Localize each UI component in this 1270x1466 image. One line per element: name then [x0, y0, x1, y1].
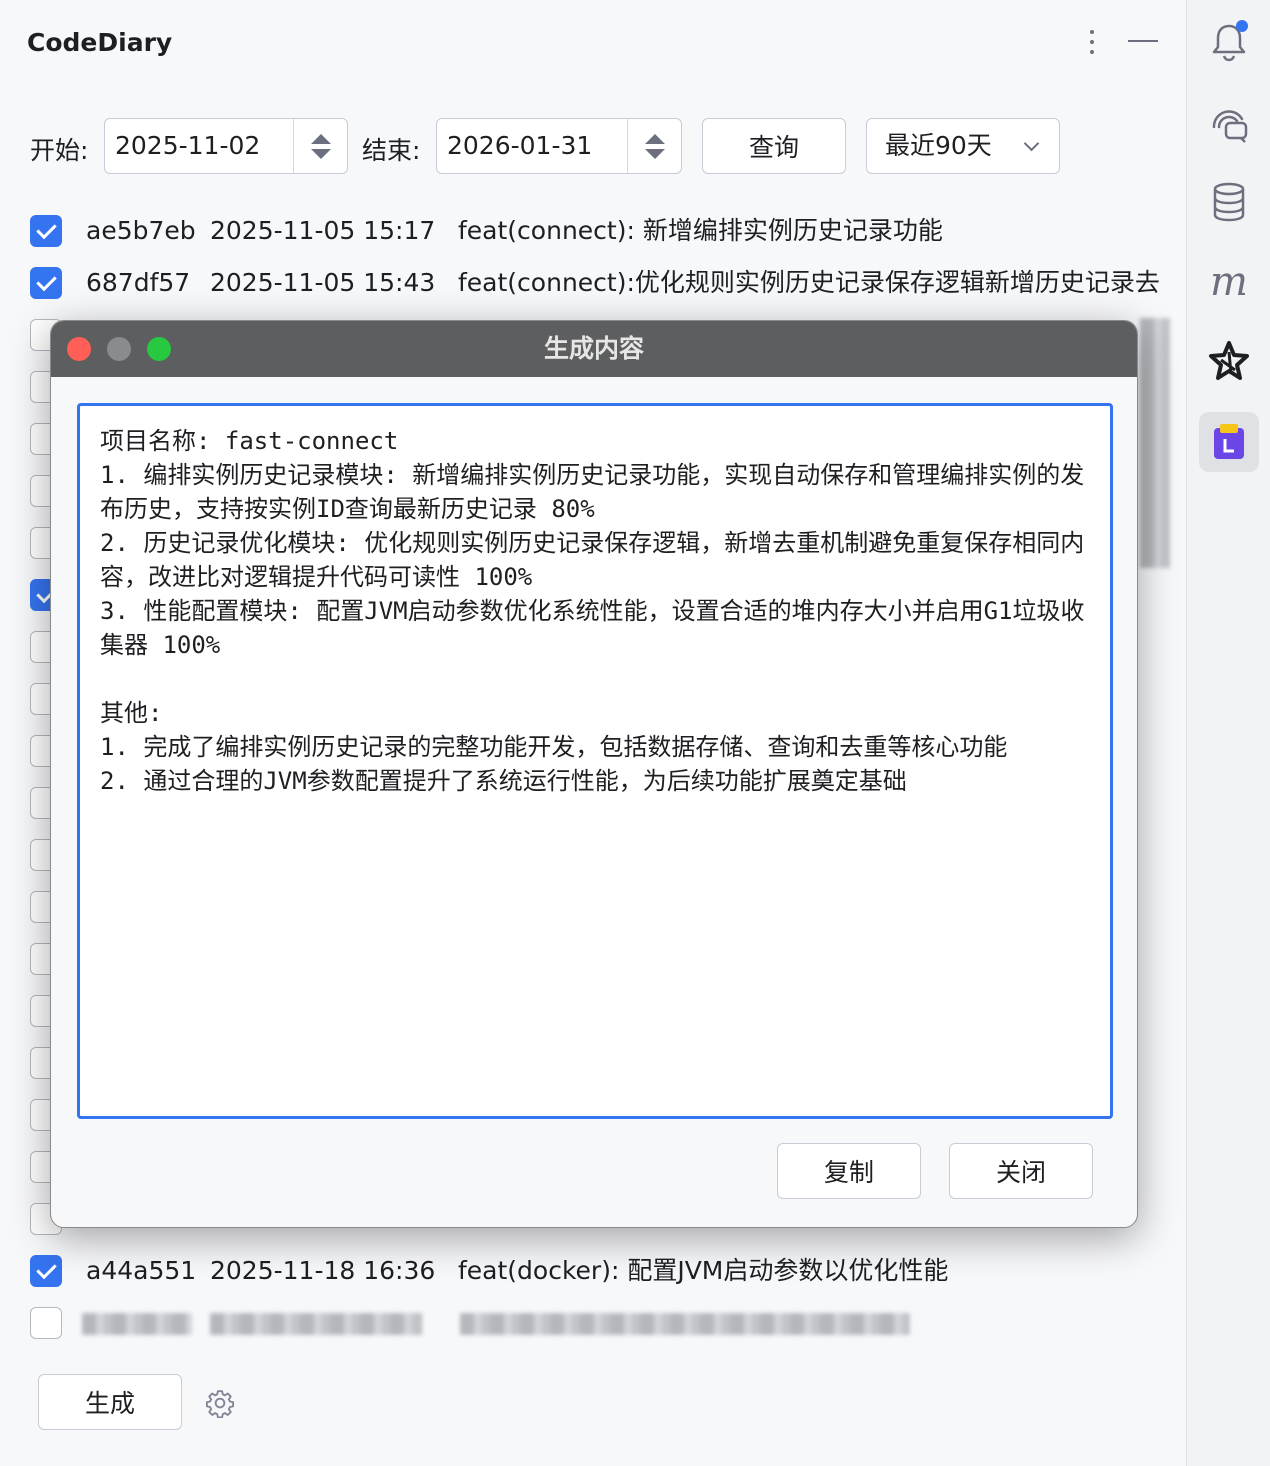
commit-checkbox[interactable] [30, 1307, 62, 1339]
generated-content-dialog: 生成内容 项目名称: fast-connect 1. 编排实例历史记录模块: 新… [50, 320, 1138, 1228]
database-icon[interactable] [1199, 172, 1259, 232]
commit-checkbox[interactable] [30, 267, 62, 299]
dialog-title: 生成内容 [543, 334, 644, 363]
minimize-icon[interactable] [1128, 40, 1158, 42]
codediary-plugin-icon[interactable] [1199, 412, 1259, 472]
start-date-spinner[interactable]: 2025-11-02 [104, 118, 348, 174]
range-dropdown[interactable]: 最近90天 [866, 118, 1060, 174]
commit-message: feat(connect): 新增编排实例历史记录功能 [458, 216, 943, 245]
start-date-label: 开始: [30, 136, 89, 165]
redacted-date [210, 1313, 422, 1335]
ai-chat-icon[interactable] [1199, 94, 1259, 154]
commit-message: feat(docker): 配置JVM启动参数以优化性能 [458, 1256, 949, 1285]
query-button[interactable]: 查询 [702, 118, 846, 174]
commit-row[interactable]: 687df57 2025-11-05 15:43 feat(connect):优… [30, 267, 1170, 299]
commit-row-redacted[interactable] [30, 1307, 1170, 1339]
dialog-titlebar[interactable]: 生成内容 [51, 321, 1137, 377]
generate-button[interactable]: 生成 [38, 1374, 182, 1430]
commit-row[interactable]: ae5b7eb 2025-11-05 15:17 feat(connect): … [30, 215, 1170, 247]
redacted-hash [82, 1313, 192, 1335]
end-date-value[interactable]: 2026-01-31 [437, 119, 627, 173]
commit-hash: ae5b7eb [86, 216, 196, 245]
end-date-spinner[interactable]: 2026-01-31 [436, 118, 682, 174]
window-minimize-icon[interactable] [107, 337, 131, 361]
redacted-message [460, 1313, 910, 1335]
start-date-stepper-icon[interactable] [293, 119, 347, 173]
notification-icon[interactable] [1199, 12, 1259, 72]
commit-hash: 687df57 [86, 268, 191, 297]
commit-row[interactable]: a44a551 2025-11-18 16:36 feat(docker): 配… [30, 1255, 1170, 1287]
gear-icon[interactable] [205, 1388, 235, 1418]
right-toolbar: m [1186, 0, 1270, 1466]
commit-checkbox[interactable] [30, 215, 62, 247]
end-date-stepper-icon[interactable] [627, 119, 681, 173]
star-plugin-icon[interactable] [1199, 332, 1259, 392]
redacted-edge [1140, 318, 1170, 568]
more-options-icon[interactable] [1080, 26, 1104, 58]
chevron-down-icon [1023, 135, 1040, 152]
commit-checkbox[interactable] [30, 1255, 62, 1287]
start-date-value[interactable]: 2025-11-02 [105, 119, 293, 173]
commit-date: 2025-11-05 15:17 [210, 216, 436, 245]
m-plugin-icon[interactable]: m [1199, 252, 1259, 312]
commit-date: 2025-11-05 15:43 [210, 268, 436, 297]
end-date-label: 结束: [362, 136, 421, 165]
window-zoom-icon[interactable] [147, 337, 171, 361]
generated-content-textarea[interactable]: 项目名称: fast-connect 1. 编排实例历史记录模块: 新增编排实例… [77, 403, 1113, 1119]
window-close-icon[interactable] [67, 337, 91, 361]
commit-date: 2025-11-18 16:36 [210, 1256, 436, 1285]
range-dropdown-value: 最近90天 [885, 131, 992, 160]
copy-button[interactable]: 复制 [777, 1143, 921, 1199]
commit-message: feat(connect):优化规则实例历史记录保存逻辑新增历史记录去 [458, 268, 1160, 297]
commit-hash: a44a551 [86, 1256, 197, 1285]
close-button[interactable]: 关闭 [949, 1143, 1093, 1199]
app-title: CodeDiary [27, 28, 173, 57]
